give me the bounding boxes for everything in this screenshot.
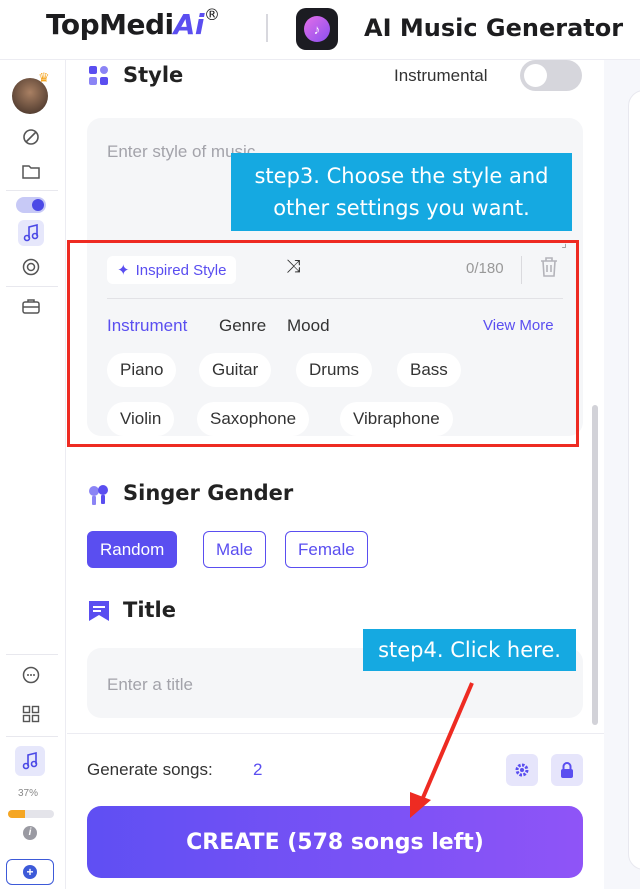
sparkle-icon: ✦	[117, 262, 130, 279]
step3-callout-line1: step3. Choose the style and	[254, 164, 549, 188]
chip-violin[interactable]: Violin	[107, 402, 175, 436]
rail-toggle[interactable]	[16, 197, 46, 213]
tab-instrument[interactable]: Instrument	[107, 316, 187, 336]
step3-callout-line2: other settings you want.	[273, 196, 530, 220]
style-icon	[89, 66, 108, 85]
usage-percent: 37%	[18, 788, 39, 799]
chip-piano[interactable]: Piano	[107, 353, 177, 387]
gender-male-button[interactable]: Male	[203, 531, 266, 568]
instrumental-label: Instrumental	[394, 66, 488, 85]
brand-name: TopMedi	[46, 8, 174, 41]
singer-gender-title: Singer Gender	[123, 481, 294, 505]
step3-callout: step3. Choose the style and other settin…	[231, 153, 572, 231]
crown-icon: ♛	[38, 70, 50, 85]
chip-bass[interactable]: Bass	[397, 353, 461, 387]
inspired-style-button[interactable]: ✦ Inspired Style	[107, 256, 237, 284]
generator-panel: Style Instrumental Enter style of music …	[67, 60, 604, 889]
tab-mood[interactable]: Mood	[287, 316, 330, 336]
gender-female-button[interactable]: Female	[285, 531, 368, 568]
generate-songs-label: Generate songs:	[87, 760, 213, 779]
chat-icon[interactable]	[18, 662, 44, 688]
rail-divider	[6, 190, 58, 191]
view-more-link[interactable]: View More	[483, 317, 554, 334]
settings-gear-button[interactable]	[506, 754, 538, 786]
add-button[interactable]: +	[6, 859, 54, 885]
create-button[interactable]: CREATE (578 songs left)	[87, 806, 583, 878]
brand-logo[interactable]: TopMediAi®	[46, 4, 220, 41]
brand-ai: Ai	[173, 8, 205, 41]
style-title: Style	[123, 63, 184, 87]
info-icon[interactable]: i	[23, 826, 37, 840]
no-music-icon[interactable]	[18, 124, 44, 150]
instrumental-toggle[interactable]	[520, 60, 582, 91]
music-note-icon[interactable]	[18, 220, 44, 246]
divider	[107, 298, 563, 299]
app-header: TopMediAi® ♪ AI Music Generator	[0, 0, 640, 60]
header-divider	[266, 14, 268, 42]
style-char-counter: 0/180	[466, 260, 504, 277]
rail-divider	[6, 286, 58, 287]
chip-drums[interactable]: Drums	[296, 353, 373, 387]
resize-handle-icon[interactable]: ⌟	[561, 236, 567, 250]
rail-divider	[6, 736, 58, 737]
toolbox-icon[interactable]	[18, 293, 44, 319]
usage-progress-bar	[8, 810, 54, 818]
plus-icon: +	[23, 865, 37, 879]
trash-icon[interactable]	[539, 256, 559, 284]
vinyl-icon[interactable]	[18, 254, 44, 280]
footer-divider	[67, 733, 604, 734]
music-app-icon: ♪	[296, 8, 338, 50]
title-input-placeholder: Enter a title	[107, 675, 193, 694]
scrollbar[interactable]	[592, 405, 598, 725]
title-icon	[89, 601, 109, 621]
rail-divider	[6, 654, 58, 655]
folder-icon[interactable]	[18, 158, 44, 184]
divider	[521, 256, 522, 284]
singer-icon	[89, 485, 108, 505]
title-section-title: Title	[123, 598, 177, 622]
tab-genre[interactable]: Genre	[219, 316, 266, 336]
music-file-icon[interactable]	[15, 746, 45, 776]
apps-icon[interactable]	[18, 701, 44, 727]
left-sidebar: ♛ 37% i +	[0, 60, 66, 889]
step4-callout: step4. Click here.	[363, 629, 576, 671]
gender-random-button[interactable]: Random	[87, 531, 178, 568]
app-title: AI Music Generator	[364, 14, 624, 42]
generate-songs-count[interactable]: 2	[253, 760, 262, 780]
brand-registered: ®	[203, 4, 220, 24]
chip-guitar[interactable]: Guitar	[199, 353, 272, 387]
chip-vibraphone[interactable]: Vibraphone	[340, 402, 453, 436]
inspired-style-label: Inspired Style	[135, 261, 227, 279]
right-panel-edge	[604, 60, 640, 889]
lock-button[interactable]	[551, 754, 583, 786]
shuffle-icon[interactable]: ⤨	[286, 256, 300, 277]
chip-saxophone[interactable]: Saxophone	[197, 402, 310, 436]
